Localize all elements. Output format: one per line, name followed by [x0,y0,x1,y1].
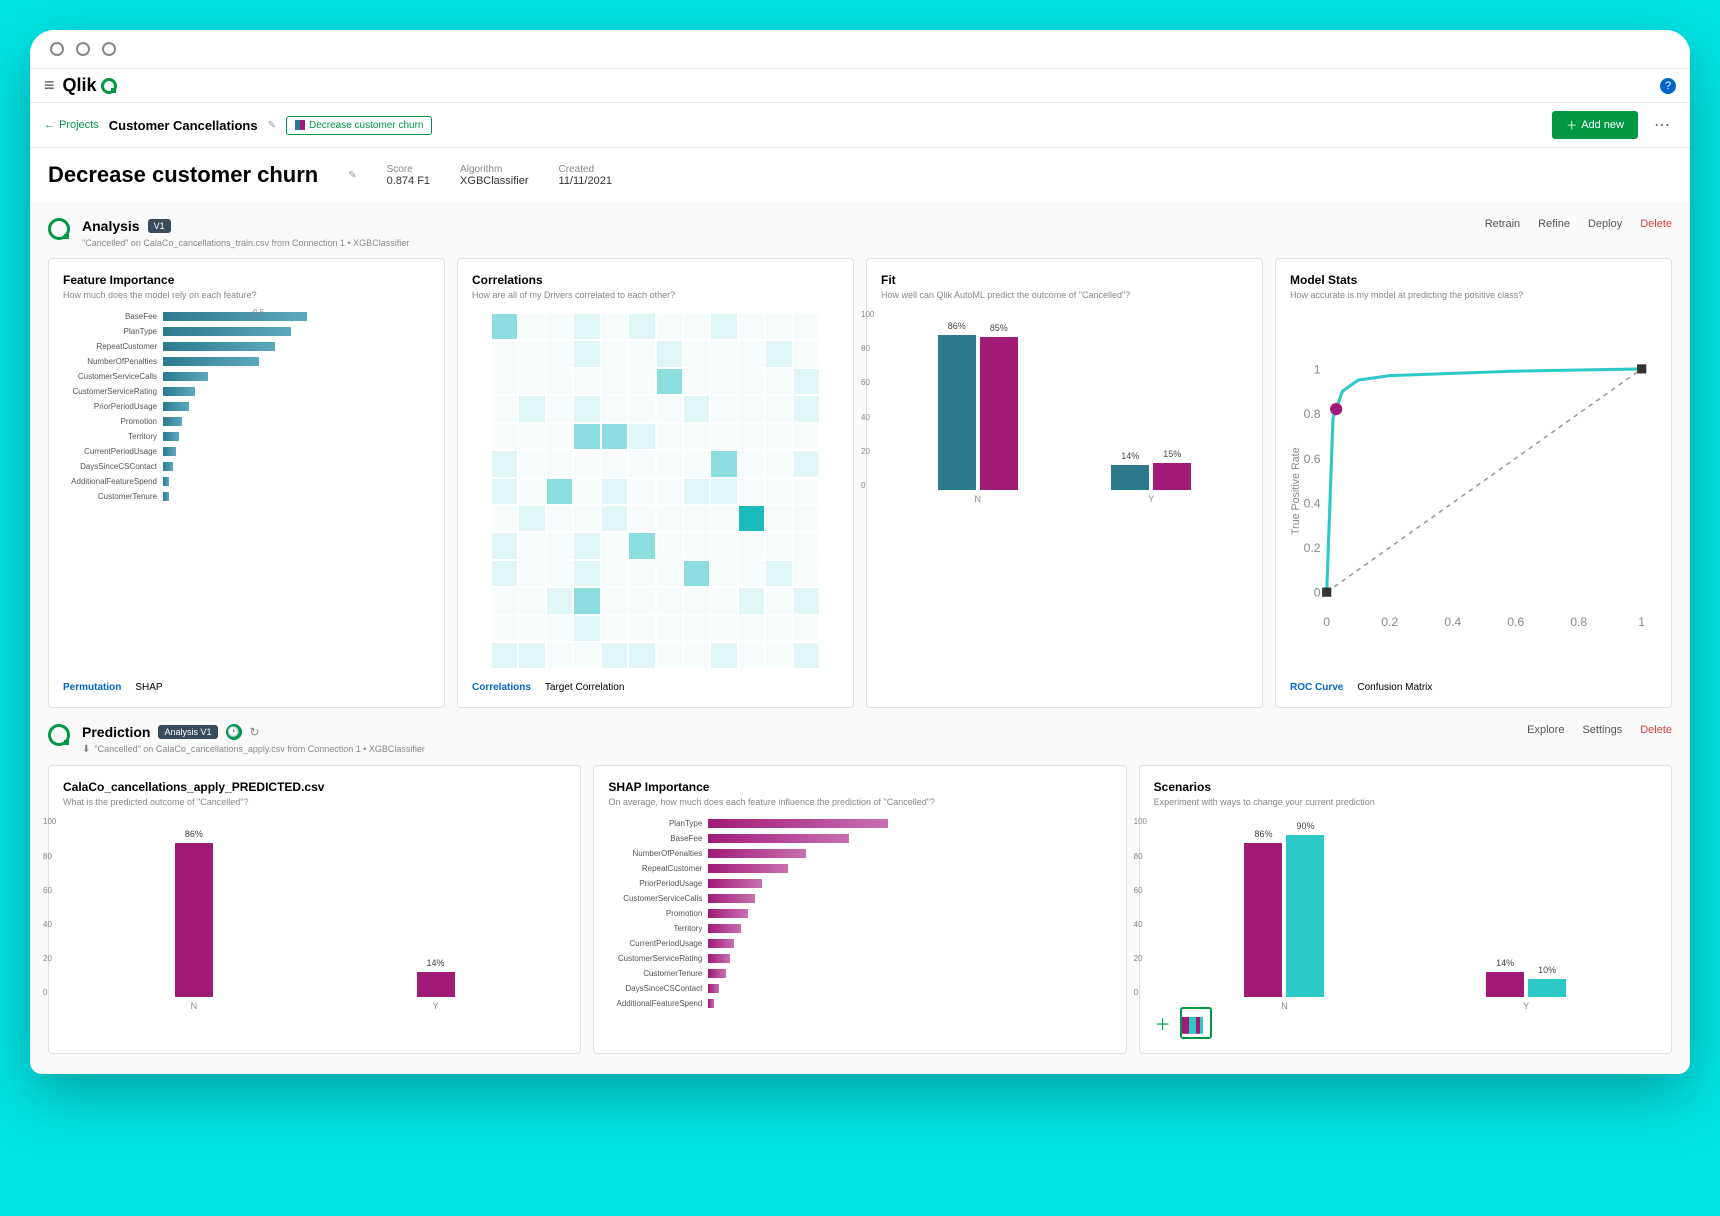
svg-text:0.2: 0.2 [1381,615,1398,629]
back-link[interactable]: ← Projects [44,119,99,131]
explore-action[interactable]: Explore [1527,724,1564,736]
card-title: SHAP Importance [608,780,1111,794]
fit-card: Fit How well can Qlik AutoML predict the… [866,258,1263,708]
experiment-chip[interactable]: Decrease customer churn [286,116,433,135]
tab-target-correlation[interactable]: Target Correlation [545,682,624,693]
delete-analysis-action[interactable]: Delete [1640,218,1672,230]
meta-created: Created11/11/2021 [559,164,612,187]
svg-text:0.4: 0.4 [1444,615,1461,629]
predicted-card: CalaCo_cancellations_apply_PREDICTED.csv… [48,765,581,1054]
meta-score: Score0.874 F1 [387,164,430,187]
tab-roc[interactable]: ROC Curve [1290,682,1343,693]
prediction-version-badge: Analysis V1 [158,725,217,739]
back-label: Projects [59,119,99,131]
tab-confusion[interactable]: Confusion Matrix [1357,682,1432,693]
card-subtitle: On average, how much does each feature i… [608,797,1111,807]
analysis-subtitle: "Cancelled" on CalaCo_cancellations_trai… [82,238,1473,248]
tab-shap[interactable]: SHAP [135,682,162,693]
svg-text:1: 1 [1314,362,1321,376]
more-menu-icon[interactable]: ⋯ [1648,115,1676,135]
card-subtitle: Experiment with ways to change your curr… [1154,797,1657,807]
browser-dot [102,42,116,56]
browser-dot [76,42,90,56]
card-title: CalaCo_cancellations_apply_PREDICTED.csv [63,780,566,794]
model-stats-card: Model Stats How accurate is my model at … [1275,258,1672,708]
predicted-chart: 10080604020086%N14%Y [63,817,566,1039]
card-title: Model Stats [1290,273,1657,287]
logo[interactable]: Qlik [63,75,117,96]
chip-icon [295,120,305,130]
retrain-action[interactable]: Retrain [1485,218,1520,230]
card-title: Fit [881,273,1248,287]
download-icon[interactable]: ⬇ [82,744,90,755]
menu-icon[interactable]: ≡ [44,75,55,96]
deploy-action[interactable]: Deploy [1588,218,1622,230]
analysis-icon [48,218,70,240]
card-title: Correlations [472,273,839,287]
svg-text:0.2: 0.2 [1304,541,1321,555]
refine-action[interactable]: Refine [1538,218,1570,230]
card-subtitle: How well can Qlik AutoML predict the out… [881,290,1248,300]
svg-text:0.8: 0.8 [1570,615,1587,629]
feature-importance-card: Feature Importance How much does the mod… [48,258,445,708]
scenarios-card: Scenarios Experiment with ways to change… [1139,765,1672,1054]
card-title: Feature Importance [63,273,430,287]
svg-text:0.6: 0.6 [1507,615,1524,629]
edit-page-title-icon[interactable]: ✎ [348,170,356,181]
browser-chrome [30,30,1690,69]
browser-dot [50,42,64,56]
edit-title-icon[interactable]: ✎ [268,120,276,131]
shap-card: SHAP Importance On average, how much doe… [593,765,1126,1054]
scenario-thumbnail[interactable] [1180,1007,1212,1039]
help-icon[interactable]: ? [1660,78,1676,94]
shap-chart: PlanTypeBaseFeeNumberOfPenaltiesRepeatCu… [608,817,1111,1039]
correlations-heatmap [472,310,839,672]
card-subtitle: How accurate is my model at predicting t… [1290,290,1657,300]
card-subtitle: How much does the model rely on each fea… [63,290,430,300]
tab-correlations[interactable]: Correlations [472,682,531,693]
add-new-button[interactable]: ＋ Add new [1552,111,1638,139]
settings-action[interactable]: Settings [1582,724,1622,736]
page-title: Decrease customer churn [48,162,318,188]
svg-text:0: 0 [1323,615,1330,629]
add-scenario-button[interactable]: ＋ [1154,1014,1172,1032]
svg-text:1: 1 [1638,615,1645,629]
analysis-version-badge: V1 [148,219,171,233]
svg-text:0: 0 [1314,586,1321,600]
analysis-title: Analysis [82,218,140,234]
correlations-card: Correlations How are all of my Drivers c… [457,258,854,708]
tab-permutation[interactable]: Permutation [63,682,121,693]
breadcrumb-title: Customer Cancellations [109,118,258,133]
prediction-title: Prediction [82,724,150,740]
roc-chart: 0 0.2 0.4 0.6 0.8 1 0 0.2 0.4 0.6 0.8 1 True Positiv… [1290,310,1657,672]
axis-tick: 0.5 [253,308,264,317]
chip-label: Decrease customer churn [309,120,424,131]
add-new-label: Add new [1581,119,1624,131]
card-subtitle: What is the predicted outcome of "Cancel… [63,797,566,807]
refresh-icon[interactable]: ↻ [250,725,260,739]
clock-icon: 🕐 [226,724,242,740]
svg-text:True Positive Rate: True Positive Rate [1290,447,1302,535]
card-title: Scenarios [1154,780,1657,794]
logo-icon [101,78,117,94]
svg-text:0.8: 0.8 [1304,407,1321,421]
scenarios-chart: 10080604020086%90%N14%10%Y [1154,817,1657,997]
svg-text:0.6: 0.6 [1304,452,1321,466]
meta-algo: AlgorithmXGBClassifier [460,164,528,187]
svg-text:0.4: 0.4 [1304,496,1321,510]
card-subtitle: How are all of my Drivers correlated to … [472,290,839,300]
delete-prediction-action[interactable]: Delete [1640,724,1672,736]
prediction-icon [48,724,70,746]
fit-chart: 10080604020086%85%N14%15%Y [881,310,1248,693]
brand-text: Qlik [63,75,97,96]
prediction-subtitle: ⬇"Cancelled" on CalaCo_cancellations_app… [82,744,1515,755]
feature-importance-chart: 0.5 BaseFeePlanTypeRepeatCustomerNumberO… [63,310,430,672]
